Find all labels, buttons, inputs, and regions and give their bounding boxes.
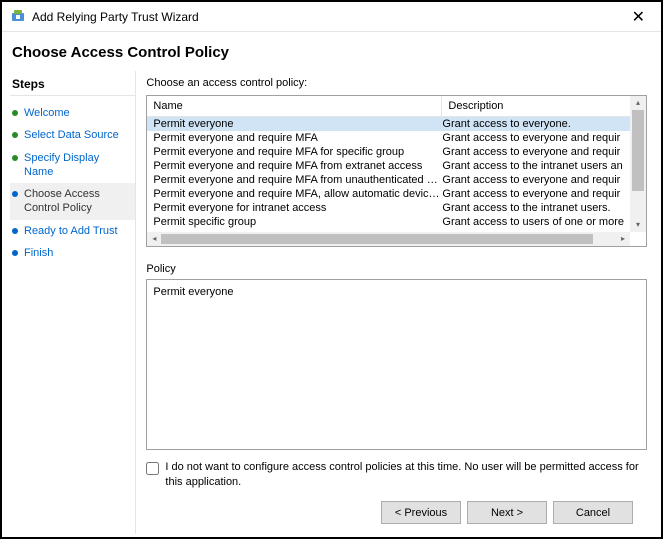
policy-row[interactable]: Permit everyone and require MFA from una… <box>147 173 630 187</box>
policy-name: Permit everyone and require MFA from ext… <box>153 160 442 172</box>
scroll-down-icon: ▾ <box>630 218 646 232</box>
steps-heading: Steps <box>10 73 135 96</box>
scroll-track <box>630 110 646 218</box>
policy-row[interactable]: Permit everyone and require MFA, allow a… <box>147 187 630 201</box>
policy-list-body: Permit everyoneGrant access to everyone.… <box>147 117 646 243</box>
policy-name: Permit specific group <box>153 216 442 228</box>
policy-row[interactable]: Permit everyone for intranet accessGrant… <box>147 201 630 215</box>
bullet-icon <box>12 250 18 256</box>
titlebar: Add Relying Party Trust Wizard ✕ <box>2 2 661 32</box>
policy-list-prompt: Choose an access control policy: <box>146 77 647 89</box>
scroll-thumb[interactable] <box>632 110 644 191</box>
policy-desc: Grant access to everyone and requir <box>442 174 624 186</box>
scroll-left-icon: ◂ <box>147 232 161 246</box>
policy-list-header: Name Description <box>147 96 646 117</box>
horizontal-scrollbar[interactable]: ◂ ▸ <box>147 232 630 246</box>
step-finish[interactable]: Finish <box>10 242 135 264</box>
policy-preview-label: Policy <box>146 263 647 275</box>
policy-desc: Grant access to everyone and requir <box>442 146 624 158</box>
bullet-icon <box>12 110 18 116</box>
step-label: Specify Display Name <box>24 151 133 180</box>
step-choose-access-control-policy[interactable]: Choose Access Control Policy <box>10 183 135 220</box>
scroll-track <box>161 232 616 246</box>
cancel-button[interactable]: Cancel <box>553 501 633 524</box>
policy-desc: Grant access to the intranet users an <box>442 160 624 172</box>
skip-policy-label[interactable]: I do not want to configure access contro… <box>165 460 647 489</box>
policy-name: Permit everyone <box>153 118 442 130</box>
step-label: Welcome <box>24 106 74 120</box>
policy-name: Permit everyone and require MFA, allow a… <box>153 188 442 200</box>
policy-name: Permit everyone and require MFA for spec… <box>153 146 442 158</box>
scroll-right-icon: ▸ <box>616 232 630 246</box>
policy-name: Permit everyone and require MFA <box>153 132 442 144</box>
column-name[interactable]: Name <box>147 96 442 116</box>
close-button[interactable]: ✕ <box>624 7 653 27</box>
column-description[interactable]: Description <box>442 96 646 116</box>
scroll-up-icon: ▴ <box>630 96 646 110</box>
policy-preview: Permit everyone <box>146 279 647 450</box>
policy-row[interactable]: Permit everyoneGrant access to everyone. <box>147 117 630 131</box>
window-title: Add Relying Party Trust Wizard <box>32 10 624 24</box>
policy-row[interactable]: Permit everyone and require MFA for spec… <box>147 145 630 159</box>
step-ready-to-add-trust[interactable]: Ready to Add Trust <box>10 220 135 242</box>
previous-button[interactable]: < Previous <box>381 501 461 524</box>
scroll-thumb[interactable] <box>161 234 593 244</box>
bullet-icon <box>12 155 18 161</box>
policy-name: Permit everyone for intranet access <box>153 202 442 214</box>
policy-desc: Grant access to everyone and requir <box>442 132 624 144</box>
main-panel: Choose an access control policy: Name De… <box>136 71 661 534</box>
next-button[interactable]: Next > <box>467 501 547 524</box>
step-label: Choose Access Control Policy <box>24 187 133 216</box>
policy-row[interactable]: Permit specific groupGrant access to use… <box>147 215 630 229</box>
steps-sidebar: Steps Welcome Select Data Source Specify… <box>2 71 136 534</box>
policy-row[interactable]: Permit everyone and require MFA from ext… <box>147 159 630 173</box>
wizard-buttons: < Previous Next > Cancel <box>146 495 647 524</box>
page-title: Choose Access Control Policy <box>12 44 651 61</box>
bullet-icon <box>12 132 18 138</box>
step-label: Finish <box>24 246 57 260</box>
policy-desc: Grant access to everyone. <box>442 118 624 130</box>
skip-policy-checkbox[interactable] <box>146 462 159 475</box>
policy-desc: Grant access to users of one or more <box>442 216 624 228</box>
bullet-icon <box>12 191 18 197</box>
policy-list[interactable]: Name Description Permit everyoneGrant ac… <box>146 95 647 247</box>
step-specify-display-name[interactable]: Specify Display Name <box>10 147 135 184</box>
vertical-scrollbar[interactable]: ▴ ▾ <box>630 96 646 232</box>
policy-name: Permit everyone and require MFA from una… <box>153 174 442 186</box>
step-select-data-source[interactable]: Select Data Source <box>10 124 135 146</box>
step-welcome[interactable]: Welcome <box>10 102 135 124</box>
bullet-icon <box>12 228 18 234</box>
page-header: Choose Access Control Policy <box>2 32 661 71</box>
app-icon <box>10 9 26 25</box>
policy-desc: Grant access to everyone and requir <box>442 188 624 200</box>
step-label: Ready to Add Trust <box>24 224 122 238</box>
step-label: Select Data Source <box>24 128 123 142</box>
policy-row[interactable]: Permit everyone and require MFAGrant acc… <box>147 131 630 145</box>
policy-desc: Grant access to the intranet users. <box>442 202 624 214</box>
